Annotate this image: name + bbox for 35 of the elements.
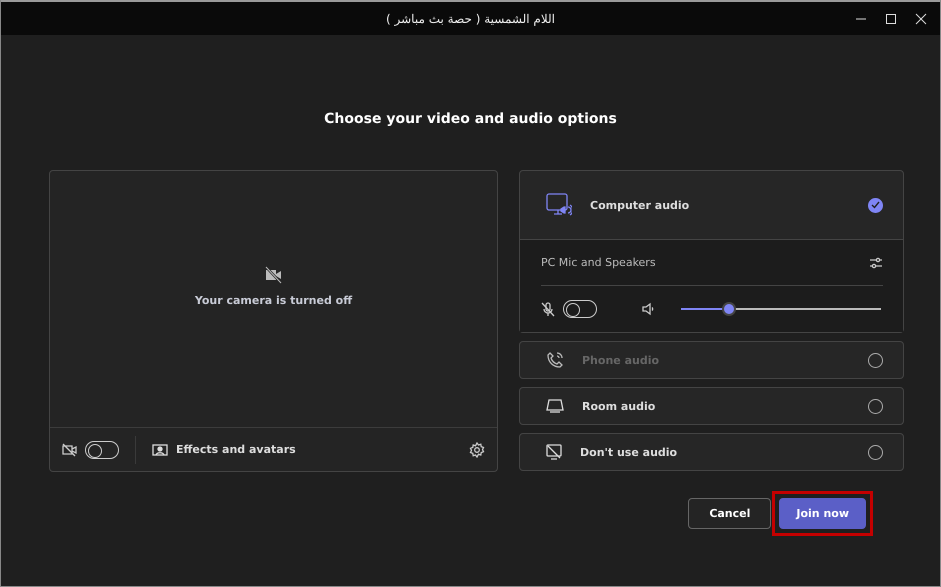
maximize-icon[interactable] (885, 12, 897, 24)
room-device-icon (546, 398, 564, 414)
mic-off-icon (541, 302, 555, 316)
audio-option-label: Don't use audio (580, 446, 678, 458)
monitor-speaker-icon (546, 192, 572, 218)
radio-button[interactable] (868, 444, 883, 460)
audio-option[interactable]: Room audio (519, 387, 904, 425)
settings-icon[interactable] (469, 442, 485, 458)
check-icon (871, 201, 880, 209)
camera-status-text: Your camera is turned off (194, 294, 352, 306)
close-icon[interactable] (915, 12, 927, 24)
camera-off-icon (62, 442, 77, 456)
audio-option[interactable]: Don't use audio (519, 433, 904, 471)
window-title: اللام الشمسية ( حصة بث مباشر ) (386, 12, 555, 26)
mic-toggle[interactable] (563, 300, 597, 318)
radio-button[interactable] (868, 198, 883, 212)
volume-slider[interactable] (681, 302, 881, 316)
settings-sliders-icon[interactable] (869, 256, 883, 268)
audio-option-label: Room audio (582, 400, 656, 412)
effects-icon (152, 443, 168, 456)
cancel-button[interactable]: Cancel (688, 498, 772, 529)
radio-button[interactable] (868, 398, 883, 414)
camera-toggle[interactable] (85, 440, 119, 458)
camera-off-icon (264, 266, 284, 284)
effects-button[interactable]: Effects and avatars (152, 443, 296, 456)
no-audio-icon (546, 444, 562, 460)
speaker-icon (641, 302, 655, 316)
audio-option[interactable]: Computer audio PC Mic and Speakers (519, 170, 904, 333)
audio-option-label: Computer audio (590, 198, 690, 212)
join-button[interactable]: Join now (779, 498, 866, 529)
device-name: PC Mic and Speakers (541, 256, 656, 269)
audio-option-label: Phone audio (582, 354, 660, 366)
phone-icon (546, 351, 564, 369)
slider-thumb[interactable] (722, 302, 736, 316)
dialog-heading: Choose your video and audio options (323, 111, 618, 127)
